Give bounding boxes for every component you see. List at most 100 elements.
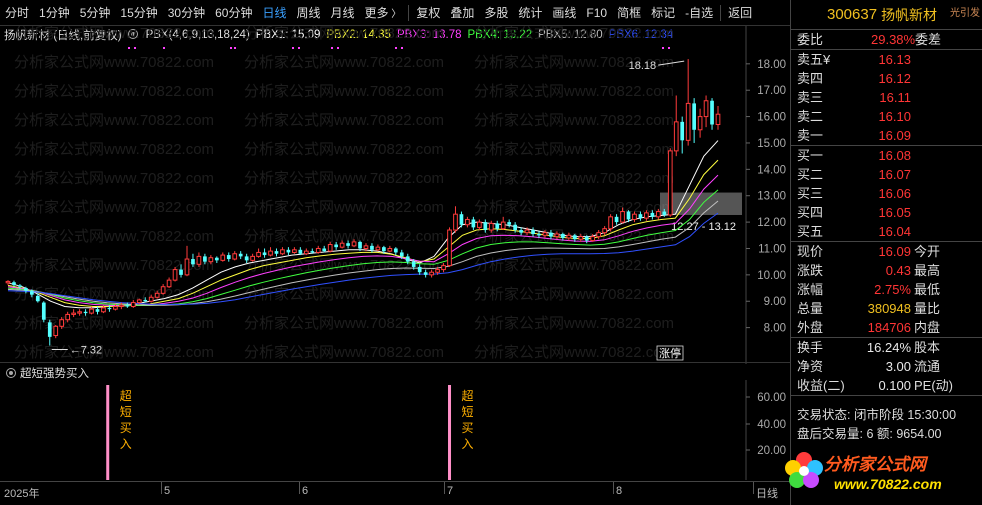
watermark-text: 分析家公式网www.70822.com bbox=[244, 286, 444, 303]
watermark-text: 分析家公式网www.70822.com bbox=[14, 83, 214, 100]
toolbar-button-8[interactable]: 月线 bbox=[326, 0, 360, 26]
toolbar-button-15[interactable]: F10 bbox=[581, 0, 612, 26]
sub-y-tick-label: 60.00 bbox=[757, 392, 786, 404]
toolbar-button-1[interactable]: 1分钟 bbox=[34, 0, 75, 26]
candle-body bbox=[411, 261, 416, 267]
sell-price: 16.10 bbox=[878, 109, 911, 124]
stats2-row: 净资 3.00 流通 bbox=[791, 357, 982, 376]
toolbar-button-10[interactable]: 复权 bbox=[411, 0, 445, 26]
buy-signal: 超短买入 bbox=[106, 385, 132, 480]
candle-body bbox=[220, 254, 226, 261]
candle-body bbox=[382, 247, 386, 252]
toolbar-button-19[interactable]: 返回 bbox=[723, 0, 757, 26]
y-tick-label: 18.00 bbox=[757, 59, 786, 71]
toolbar-button-6[interactable]: 日线 bbox=[257, 0, 291, 26]
watermark-text: 分析家公式网www.70822.com bbox=[244, 228, 444, 245]
buy-row[interactable]: 买五 16.04 bbox=[791, 222, 982, 241]
buy-row[interactable]: 买一 16.08 bbox=[791, 146, 982, 165]
toolbar-button-14[interactable]: 画线 bbox=[547, 0, 581, 26]
candle-body bbox=[160, 286, 166, 294]
sell-row[interactable]: 卖一 16.09 bbox=[791, 126, 982, 145]
stats-row: 涨跌 0.43 最高 bbox=[791, 261, 982, 280]
buy-row[interactable]: 买三 16.06 bbox=[791, 184, 982, 203]
x-tick bbox=[299, 482, 300, 494]
signal-dot bbox=[163, 47, 165, 49]
candle-body bbox=[692, 103, 696, 130]
toolbar-button-7[interactable]: 周线 bbox=[291, 0, 325, 26]
toolbar-button-0[interactable]: 分时 bbox=[0, 0, 34, 26]
candle-body bbox=[95, 309, 100, 312]
buy-row[interactable]: 买二 16.07 bbox=[791, 165, 982, 184]
candlestick-chart[interactable]: 分析家公式网www.70822.com 分析家公式网www.70822.com 分析… bbox=[0, 26, 790, 364]
signal-bar bbox=[448, 385, 452, 480]
candle-body bbox=[549, 232, 553, 237]
sell-row[interactable]: 卖五¥ 16.13 bbox=[791, 50, 982, 69]
y-tick-label: 9.00 bbox=[764, 296, 786, 308]
buy-row[interactable]: 买四 16.05 bbox=[791, 203, 982, 222]
watermark-text: 分析家公式网www.70822.com bbox=[474, 315, 674, 332]
watermark-text: 分析家公式网www.70822.com bbox=[474, 83, 674, 100]
stats-row: 外盘 184706 内盘 bbox=[791, 318, 982, 337]
candle-body bbox=[136, 299, 142, 304]
signal-chart[interactable]: 60.0040.0020.00超短买入超短买入 bbox=[0, 380, 790, 480]
toolbar-button-12[interactable]: 多股 bbox=[479, 0, 513, 26]
candle-body bbox=[53, 325, 59, 337]
watermark-text: 分析家公式网www.70822.com bbox=[244, 344, 444, 361]
indicator-settings-icon[interactable] bbox=[6, 368, 16, 378]
toolbar-button-11[interactable]: 叠加 bbox=[445, 0, 479, 26]
toolbar-button-13[interactable]: 统计 bbox=[513, 0, 547, 26]
toolbar-button-9[interactable]: 更多 〉 bbox=[360, 0, 407, 26]
signal-dot bbox=[234, 47, 236, 49]
candle-body bbox=[59, 319, 65, 327]
y-tick-label: 10.00 bbox=[757, 270, 786, 282]
buy-label: 买二 bbox=[797, 167, 824, 182]
stats2-row: 收益(二) 0.100 PE(动) bbox=[791, 376, 982, 395]
sell-row[interactable]: 卖三 16.11 bbox=[791, 88, 982, 107]
candle-body bbox=[453, 213, 458, 231]
stats2-label2: 股本 bbox=[914, 340, 941, 355]
candle-body bbox=[5, 280, 11, 284]
stats2-label2: 流通 bbox=[914, 359, 941, 374]
stock-name: 扬帆新材 bbox=[881, 6, 938, 23]
sell-row[interactable]: 卖四 16.12 bbox=[791, 69, 982, 88]
candle bbox=[238, 251, 243, 260]
weicha-label: 委差 bbox=[915, 32, 942, 47]
stock-chart-app: 分时 1分钟 5分钟 15分钟 30分钟 60分钟 日线 周线 月线 更多 〉复权 叠加 多股 统计 画线… bbox=[0, 0, 982, 505]
flower-logo-icon bbox=[785, 452, 823, 488]
candle bbox=[256, 248, 261, 258]
candle-body bbox=[107, 307, 112, 310]
sell-label: 卖三 bbox=[797, 90, 824, 105]
stats-value: 380948 bbox=[867, 301, 911, 316]
buy-price: 16.07 bbox=[878, 167, 911, 182]
watermark-text: 分析家公式网www.70822.com bbox=[14, 257, 214, 274]
pane-divider[interactable] bbox=[0, 362, 790, 363]
candle bbox=[667, 148, 673, 217]
buy-label: 买一 bbox=[797, 148, 824, 163]
toolbar-button-5[interactable]: 60分钟 bbox=[210, 0, 257, 26]
candle bbox=[274, 248, 279, 257]
toolbar-button-18[interactable]: -自选 bbox=[680, 0, 718, 26]
toolbar-button-2[interactable]: 5分钟 bbox=[75, 0, 116, 26]
toolbar-button-17[interactable]: 标记 bbox=[646, 0, 680, 26]
sub-y-tick-label: 40.00 bbox=[757, 419, 786, 431]
watermark-text: 分析家公式网www.70822.com bbox=[244, 54, 444, 71]
candle-body bbox=[495, 223, 500, 229]
candle-body bbox=[166, 279, 172, 288]
stats2-value: 16.24% bbox=[866, 340, 911, 355]
watermark-text: 分析家公式网www.70822.com bbox=[14, 199, 214, 216]
toolbar-button-4[interactable]: 30分钟 bbox=[163, 0, 210, 26]
candle-body bbox=[286, 249, 291, 253]
candle-body bbox=[417, 266, 422, 273]
signal-char: 短 bbox=[462, 405, 474, 419]
sell-row[interactable]: 卖二 16.10 bbox=[791, 107, 982, 126]
candle-body bbox=[125, 305, 130, 307]
toolbar-button-3[interactable]: 15分钟 bbox=[115, 0, 162, 26]
y-tick-label: 12.00 bbox=[757, 217, 786, 229]
buy-signal: 超短买入 bbox=[448, 385, 474, 480]
toolbar-button-16[interactable]: 简框 bbox=[612, 0, 646, 26]
candle-body bbox=[65, 313, 71, 321]
candle-body bbox=[298, 249, 303, 254]
candle-body bbox=[542, 232, 548, 236]
watermark-text: 分析家公式网www.70822.com bbox=[244, 26, 444, 42]
candle-body bbox=[351, 241, 357, 247]
